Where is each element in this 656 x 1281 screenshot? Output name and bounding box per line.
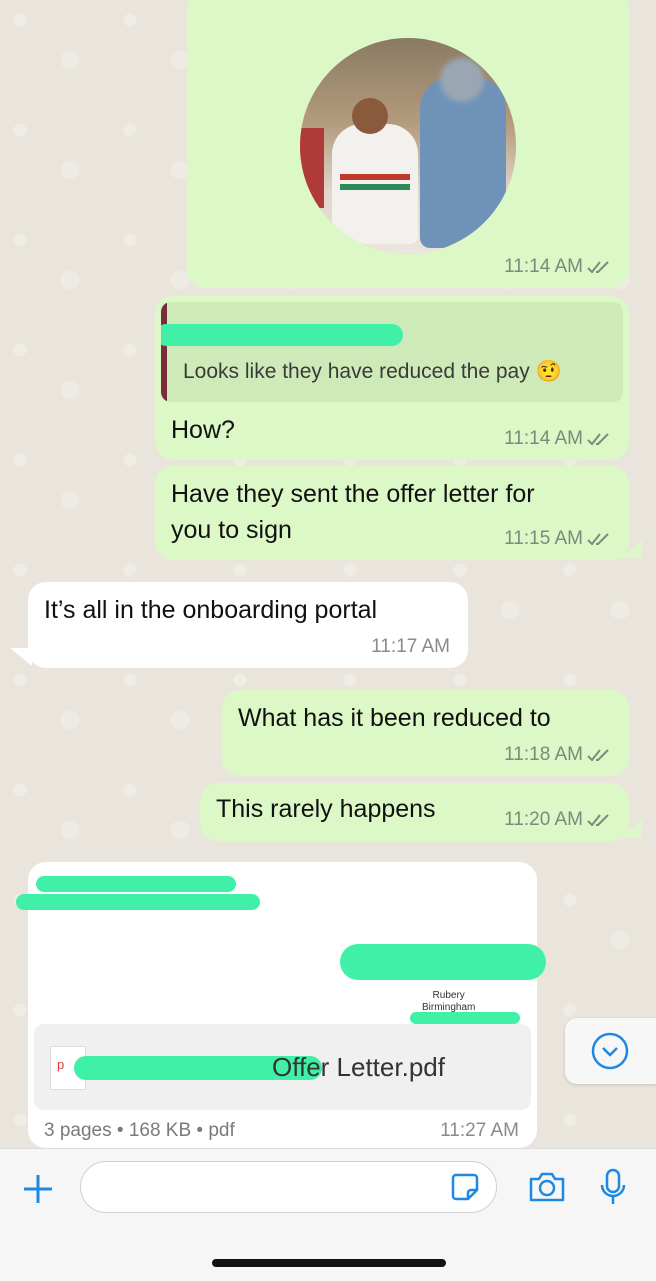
message-input[interactable] — [80, 1161, 497, 1213]
file-name: Offer Letter.pdf — [272, 1052, 445, 1082]
composer-bar — [0, 1148, 656, 1281]
bubble-tail — [620, 540, 642, 558]
message-time: 11:14 AM — [504, 428, 611, 452]
message-time: 11:17 AM — [371, 636, 450, 657]
message-text-line: you to sign — [171, 516, 292, 544]
read-ticks-icon — [587, 258, 611, 280]
message-text: This rarely happens — [216, 795, 436, 823]
read-ticks-icon — [587, 746, 611, 768]
quoted-message[interactable]: Looks like they have reduced the pay 🤨 — [161, 302, 623, 402]
file-meta: 3 pages • 168 KB • pdf — [44, 1120, 235, 1141]
message-time: 11:14 AM — [504, 256, 611, 280]
status-image-thumb[interactable] — [300, 38, 516, 254]
outgoing-message[interactable]: What has it been reduced to 11:18 AM — [222, 690, 629, 776]
reply-message[interactable]: Looks like they have reduced the pay 🤨 H… — [155, 296, 629, 460]
message-time: 11:18 AM — [504, 744, 611, 768]
microphone-icon[interactable] — [598, 1167, 628, 1212]
document-file-row[interactable]: p Offer Letter.pdf — [34, 1024, 531, 1110]
camera-icon[interactable] — [527, 1169, 567, 1210]
person-figure — [420, 78, 506, 248]
read-ticks-icon — [587, 430, 611, 452]
message-text-line: Have they sent the offer letter for — [171, 480, 535, 508]
document-message[interactable]: Rubery Birmingham p Offer Letter.pdf 3 p… — [16, 862, 546, 1148]
outgoing-message[interactable]: Have they sent the offer letter for you … — [155, 466, 629, 560]
bubble-tail — [620, 820, 642, 838]
message-time: 11:27 AM — [440, 1120, 519, 1141]
redacted-text — [410, 1012, 520, 1024]
document-preview[interactable]: Rubery Birmingham — [16, 862, 546, 1024]
message-text: How? — [171, 416, 235, 444]
sticker-icon[interactable] — [450, 1172, 480, 1207]
scroll-to-bottom-button[interactable] — [565, 1018, 656, 1084]
message-text: It’s all in the onboarding portal — [44, 596, 378, 624]
outgoing-message[interactable]: This rarely happens 11:20 AM — [200, 783, 629, 841]
redacted-text — [16, 894, 260, 910]
quoted-text: Looks like they have reduced the pay 🤨 — [183, 360, 562, 383]
message-text: What has it been reduced to — [238, 704, 551, 732]
redacted-name — [161, 324, 403, 346]
plus-icon[interactable] — [20, 1171, 56, 1212]
message-time: 11:15 AM — [504, 528, 611, 552]
read-ticks-icon — [587, 811, 611, 833]
redacted-text — [340, 944, 546, 980]
message-time: 11:20 AM — [504, 809, 611, 833]
home-indicator — [212, 1259, 446, 1267]
scroll-down-icon — [591, 1032, 629, 1075]
incoming-message[interactable]: It’s all in the onboarding portal 11:17 … — [28, 582, 468, 668]
image-message[interactable]: 11:14 AM — [187, 0, 629, 288]
preview-address: Rubery Birmingham — [422, 990, 476, 1013]
bubble-tail — [10, 648, 32, 666]
redacted-text — [36, 876, 236, 892]
read-ticks-icon — [587, 530, 611, 552]
